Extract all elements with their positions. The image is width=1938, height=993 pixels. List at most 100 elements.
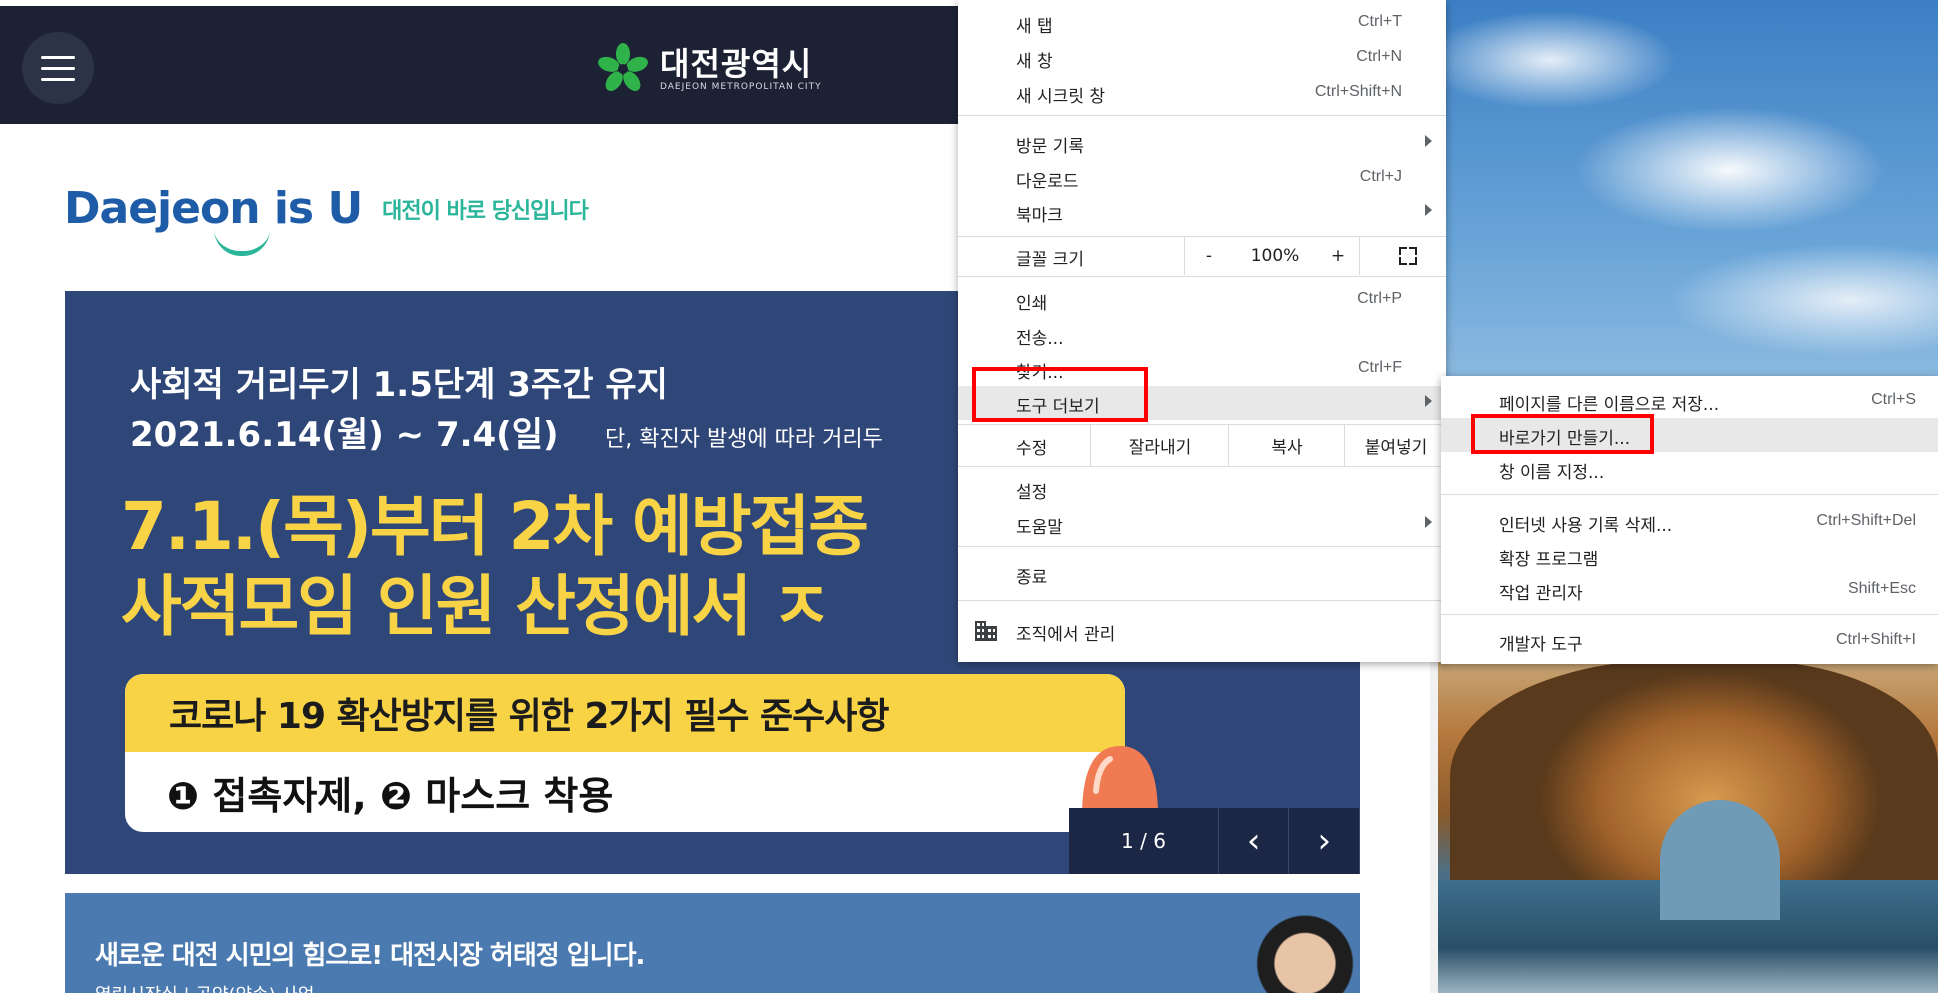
- submenu-item-task-manager[interactable]: 작업 관리자 Shift+Esc: [1441, 573, 1938, 607]
- menu-item-new-incognito[interactable]: 새 시크릿 창 Ctrl+Shift+N: [958, 76, 1446, 110]
- menu-item-label: 새 시크릿 창: [1016, 87, 1106, 107]
- menu-separator: [958, 115, 1446, 116]
- mayor-photo: [1255, 903, 1355, 993]
- menu-item-exit[interactable]: 종료: [958, 557, 1446, 591]
- menu-icon-bar: [41, 55, 75, 59]
- menu-item-shortcut: Ctrl+Shift+N: [1314, 83, 1402, 100]
- highlight-create-shortcut: [1471, 414, 1654, 454]
- submenu-item-label: 창 이름 지정...: [1499, 463, 1605, 483]
- zoom-out-button[interactable]: -: [1184, 239, 1234, 273]
- submenu-item-developer-tools[interactable]: 개발자 도구 Ctrl+Shift+I: [1441, 624, 1938, 658]
- rules-box-title: 코로나 19 확산방지를 위한 2가지 필수 준수사항: [125, 674, 1125, 752]
- submenu-item-label: 확장 프로그램: [1499, 550, 1599, 570]
- submenu-arrow-icon: [1425, 395, 1432, 407]
- submenu-item-shortcut: Ctrl+S: [1871, 391, 1916, 408]
- submenu-arrow-icon: [1425, 516, 1432, 528]
- zoom-level: 100%: [1250, 246, 1300, 266]
- slide-counter: 1 / 6: [1069, 808, 1219, 874]
- rules-box-body: ❶ 접촉자제, ❷ 마스크 착용: [167, 773, 614, 818]
- copy-button[interactable]: 복사: [1228, 424, 1345, 466]
- menu-item-settings[interactable]: 설정: [958, 472, 1446, 506]
- submenu-item-extensions[interactable]: 확장 프로그램: [1441, 539, 1938, 573]
- submenu-separator: [1441, 494, 1938, 495]
- submenu-item-clear-browsing-data[interactable]: 인터넷 사용 기록 삭제... Ctrl+Shift+Del: [1441, 505, 1938, 539]
- menu-item-shortcut: Ctrl+N: [1356, 48, 1402, 65]
- banner-rules-box: 코로나 19 확산방지를 위한 2가지 필수 준수사항 ❶ 접촉자제, ❷ 마스…: [125, 674, 1125, 832]
- submenu-item-name-window[interactable]: 창 이름 지정...: [1441, 452, 1938, 486]
- menu-separator: [958, 600, 1446, 601]
- site-logo[interactable]: 대전광역시 DAEJEON METROPOLITAN CITY: [596, 42, 822, 96]
- wallpaper-rock-arch: [1660, 800, 1780, 920]
- mayor-banner[interactable]: 새로운 대전 시민의 힘으로! 대전시장 허태정 입니다. 열린시장실 | 공약…: [65, 893, 1360, 993]
- menu-item-downloads[interactable]: 다운로드 Ctrl+J: [958, 161, 1446, 195]
- menu-icon-bar: [41, 66, 75, 70]
- banner-big-line-2: 사적모임 인원 산정에서 ㅈ: [121, 568, 832, 645]
- banner-date: 2021.6.14(월) ~ 7.4(일): [130, 415, 559, 455]
- mayor-greeting: 새로운 대전 시민의 힘으로! 대전시장 허태정 입니다.: [95, 941, 645, 971]
- logo-english-text: DAEJEON METROPOLITAN CITY: [660, 82, 822, 92]
- menu-item-label: 방문 기록: [1016, 137, 1084, 157]
- hamburger-menu-button[interactable]: [22, 32, 94, 104]
- prev-slide-button[interactable]: ‹: [1219, 808, 1290, 874]
- submenu-item-shortcut: Shift+Esc: [1847, 580, 1916, 597]
- daejeon-logo-icon: [598, 43, 648, 91]
- menu-item-help[interactable]: 도움말: [958, 507, 1446, 541]
- highlight-more-tools: [972, 367, 1148, 422]
- chevron-right-icon: ›: [1317, 821, 1332, 861]
- menu-item-label: 새 탭: [1016, 17, 1053, 37]
- menu-item-label: 종료: [1016, 568, 1048, 588]
- cut-button[interactable]: 잘라내기: [1090, 424, 1229, 466]
- submenu-arrow-icon: [1425, 204, 1432, 216]
- menu-item-label: 전송...: [1016, 329, 1064, 349]
- banner-pager: 1 / 6 ‹ ›: [1069, 808, 1360, 874]
- mayor-links[interactable]: 열린시장실 | 공약(약속) 사업: [95, 981, 314, 993]
- submenu-item-shortcut: Ctrl+Shift+I: [1835, 631, 1916, 648]
- menu-item-cast[interactable]: 전송...: [958, 318, 1446, 352]
- menu-item-label: 인쇄: [1016, 294, 1048, 314]
- logo-korean-text: 대전광역시: [660, 45, 813, 83]
- menu-item-new-window[interactable]: 새 창 Ctrl+N: [958, 41, 1446, 75]
- submenu-item-label: 개발자 도구: [1499, 635, 1583, 655]
- menu-item-managed-by-org[interactable]: 조직에서 관리: [958, 614, 1446, 648]
- city-slogan: Daejeon is U 대전이 바로 당신입니다: [64, 183, 589, 256]
- submenu-item-save-page[interactable]: 페이지를 다른 이름으로 저장... Ctrl+S: [1441, 384, 1938, 418]
- menu-item-label: 새 창: [1016, 52, 1053, 72]
- menu-item-shortcut: Ctrl+P: [1357, 290, 1402, 307]
- menu-item-new-tab[interactable]: 새 탭 Ctrl+T: [958, 6, 1446, 40]
- menu-item-bookmarks[interactable]: 북마크: [958, 195, 1446, 229]
- menu-item-shortcut: Ctrl+F: [1358, 359, 1402, 376]
- menu-item-label: 글꼴 크기: [1016, 250, 1084, 270]
- menu-separator: [958, 466, 1446, 467]
- menu-icon-bar: [41, 77, 75, 81]
- slogan-smile-icon: [214, 229, 270, 256]
- fullscreen-icon: [1399, 247, 1417, 265]
- menu-separator: [958, 546, 1446, 547]
- menu-row-edit: 수정 잘라내기 복사 붙여넣기: [958, 424, 1446, 466]
- menu-item-label: 설정: [1016, 483, 1048, 503]
- banner-note: 단, 확진자 발생에 따라 거리두: [605, 427, 883, 452]
- menu-item-label: 다운로드: [1016, 172, 1079, 192]
- menu-item-shortcut: Ctrl+T: [1358, 13, 1402, 30]
- menu-item-print[interactable]: 인쇄 Ctrl+P: [958, 283, 1446, 317]
- submenu-item-label: 인터넷 사용 기록 삭제...: [1499, 516, 1673, 536]
- menu-item-history[interactable]: 방문 기록: [958, 126, 1446, 160]
- fullscreen-button[interactable]: [1378, 239, 1438, 273]
- submenu-separator: [1441, 614, 1938, 615]
- zoom-in-button[interactable]: +: [1316, 239, 1360, 273]
- menu-separator: [958, 276, 1446, 277]
- submenu-arrow-icon: [1425, 135, 1432, 147]
- submenu-item-shortcut: Ctrl+Shift+Del: [1816, 512, 1916, 529]
- slogan-sub-text: 대전이 바로 당신입니다: [382, 198, 589, 224]
- banner-headline: 사회적 거리두기 1.5단계 3주간 유지: [130, 365, 668, 405]
- submenu-item-label: 작업 관리자: [1499, 584, 1583, 604]
- paste-button[interactable]: 붙여넣기: [1344, 424, 1447, 466]
- submenu-item-label: 페이지를 다른 이름으로 저장...: [1499, 395, 1720, 415]
- chevron-left-icon: ‹: [1246, 821, 1261, 861]
- menu-item-label: 도움말: [1016, 518, 1063, 538]
- building-icon: [975, 621, 997, 641]
- menu-item-label: 북마크: [1016, 206, 1063, 226]
- menu-item-label: 조직에서 관리: [1016, 625, 1116, 645]
- slogan-main-text: Daejeon is U: [64, 183, 363, 234]
- menu-item-shortcut: Ctrl+J: [1359, 168, 1402, 185]
- next-slide-button[interactable]: ›: [1289, 808, 1360, 874]
